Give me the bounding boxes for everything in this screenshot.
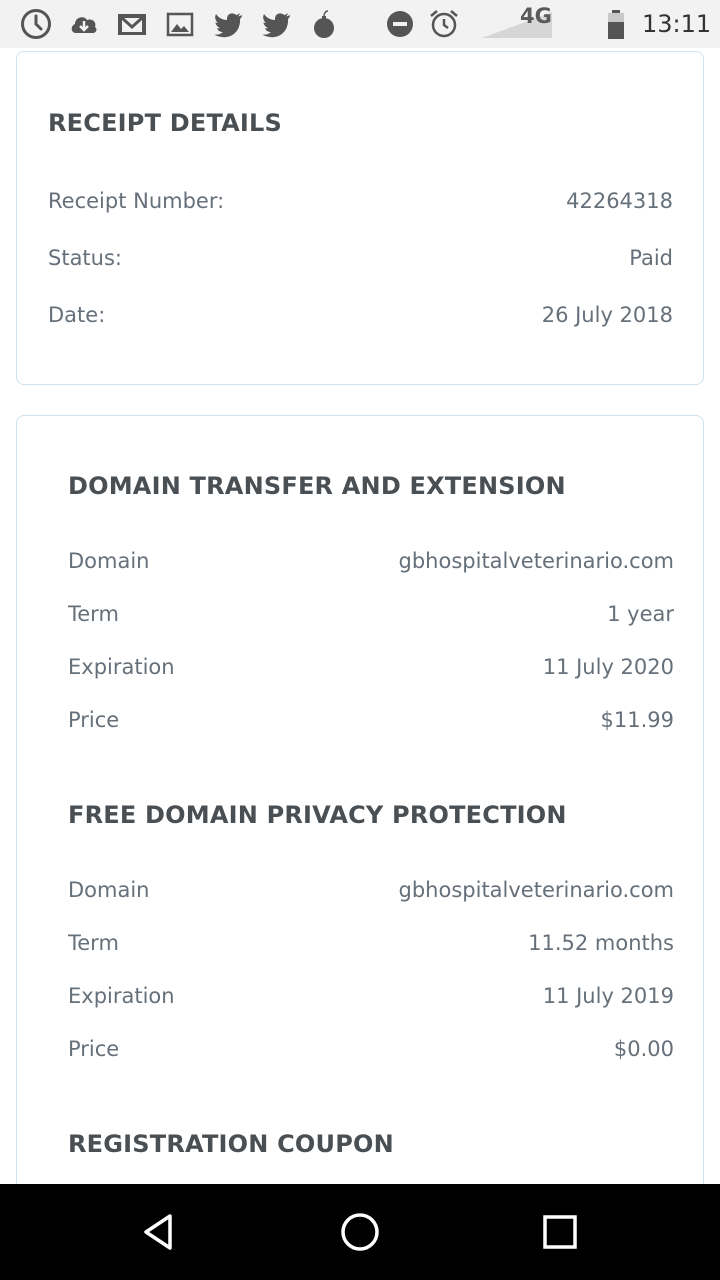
item-price-row: Price $11.99 xyxy=(68,705,674,735)
price-value: $11.99 xyxy=(600,708,674,732)
date-label: Date: xyxy=(48,303,106,327)
item-domain-row: Domain gbhospitalveterinario.com xyxy=(68,546,674,576)
receipt-number-row: Receipt Number: 42264318 xyxy=(48,186,673,216)
status-row: Status: Paid xyxy=(48,243,673,273)
twitter-icon xyxy=(212,8,244,40)
status-value: Paid xyxy=(629,246,673,270)
status-time: 13:11 xyxy=(642,10,712,38)
item-expiration-row: Expiration 11 July 2019 xyxy=(68,981,674,1011)
network-type: 4G xyxy=(520,4,552,28)
term-label: Term xyxy=(68,602,119,626)
price-value: $0.00 xyxy=(613,1037,674,1061)
item-title: REGISTRATION COUPON xyxy=(68,1130,394,1158)
home-icon[interactable] xyxy=(334,1206,386,1258)
clock-outline-icon xyxy=(20,8,52,40)
cloud-download-icon xyxy=(68,8,100,40)
term-value: 1 year xyxy=(607,602,674,626)
domain-label: Domain xyxy=(68,878,150,902)
date-row: Date: 26 July 2018 xyxy=(48,300,673,330)
expiration-label: Expiration xyxy=(68,655,175,679)
term-value: 11.52 months xyxy=(528,931,674,955)
item-term-row: Term 11.52 months xyxy=(68,928,674,958)
expiration-label: Expiration xyxy=(68,984,175,1008)
receipt-number-value: 42264318 xyxy=(566,189,673,213)
twitter-icon xyxy=(260,8,292,40)
status-bar: 4G 13:11 xyxy=(0,0,720,48)
back-icon[interactable] xyxy=(134,1206,186,1258)
date-value: 26 July 2018 xyxy=(541,303,673,327)
bomb-icon xyxy=(308,8,340,40)
domain-value: gbhospitalveterinario.com xyxy=(398,549,674,573)
item-expiration-row: Expiration 11 July 2020 xyxy=(68,652,674,682)
item-title: FREE DOMAIN PRIVACY PROTECTION xyxy=(68,801,567,829)
domain-value: gbhospitalveterinario.com xyxy=(398,878,674,902)
expiration-value: 11 July 2019 xyxy=(542,984,674,1008)
status-label: Status: xyxy=(48,246,122,270)
price-label: Price xyxy=(68,1037,120,1061)
recents-icon[interactable] xyxy=(534,1206,586,1258)
item-domain-row: Domain gbhospitalveterinario.com xyxy=(68,875,674,905)
receipt-number-label: Receipt Number: xyxy=(48,189,225,213)
expiration-value: 11 July 2020 xyxy=(542,655,674,679)
item-price-row: Price $0.00 xyxy=(68,1034,674,1064)
receipt-details-card: RECEIPT DETAILS Receipt Number: 42264318… xyxy=(16,51,704,385)
item-term-row: Term 1 year xyxy=(68,599,674,629)
image-icon xyxy=(164,8,196,40)
domain-label: Domain xyxy=(68,549,150,573)
receipt-details-title: RECEIPT DETAILS xyxy=(48,109,283,137)
price-label: Price xyxy=(68,708,120,732)
item-title: DOMAIN TRANSFER AND EXTENSION xyxy=(68,472,566,500)
gmail-icon xyxy=(116,8,148,40)
term-label: Term xyxy=(68,931,119,955)
alarm-icon xyxy=(428,8,460,40)
navigation-bar xyxy=(0,1184,720,1280)
battery-icon xyxy=(604,8,628,40)
receipt-scroll-view[interactable]: RECEIPT DETAILS Receipt Number: 42264318… xyxy=(0,48,720,1184)
do-not-disturb-icon xyxy=(384,8,416,40)
order-items-card: DOMAIN TRANSFER AND EXTENSION Domain gbh… xyxy=(16,415,704,1184)
